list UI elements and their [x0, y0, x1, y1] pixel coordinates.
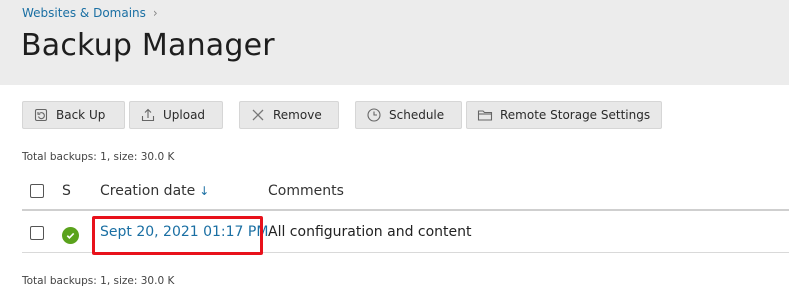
backup-comments: All configuration and content	[268, 224, 472, 240]
upload-label: Upload	[163, 108, 206, 122]
highlight-box	[92, 216, 263, 255]
back-up-label: Back Up	[56, 108, 106, 122]
creation-date-column-header[interactable]: Creation date ↓	[100, 183, 209, 199]
upload-icon	[140, 107, 156, 123]
row-checkbox[interactable]	[30, 226, 44, 240]
breadcrumb: Websites & Domains ›	[22, 6, 158, 20]
schedule-label: Schedule	[389, 108, 445, 122]
folder-icon	[477, 107, 493, 123]
remove-label: Remove	[273, 108, 322, 122]
status-column-header: S	[62, 183, 71, 199]
sort-descending-icon: ↓	[199, 184, 210, 198]
clock-icon	[366, 107, 382, 123]
table-header: S Creation date ↓ Comments	[22, 173, 789, 211]
remove-button[interactable]: Remove	[239, 101, 339, 129]
remove-icon	[250, 107, 266, 123]
select-all-checkbox[interactable]	[30, 184, 44, 198]
backup-icon	[33, 107, 49, 123]
remote-storage-settings-button[interactable]: Remote Storage Settings	[466, 101, 662, 129]
status-ok-icon	[62, 227, 79, 244]
backup-summary-bottom: Total backups: 1, size: 30.0 K	[22, 275, 175, 287]
upload-button[interactable]: Upload	[129, 101, 223, 129]
breadcrumb-separator: ›	[152, 6, 158, 20]
page-header: Websites & Domains › Backup Manager	[0, 0, 789, 85]
creation-date-sort-link[interactable]: Creation date	[100, 183, 195, 199]
breadcrumb-websites-domains[interactable]: Websites & Domains	[22, 6, 146, 20]
comments-column-header: Comments	[268, 183, 344, 199]
backup-summary-top: Total backups: 1, size: 30.0 K	[22, 151, 175, 163]
page-title: Backup Manager	[21, 28, 275, 63]
remote-storage-settings-label: Remote Storage Settings	[500, 108, 651, 122]
schedule-button[interactable]: Schedule	[355, 101, 462, 129]
back-up-button[interactable]: Back Up	[22, 101, 125, 129]
